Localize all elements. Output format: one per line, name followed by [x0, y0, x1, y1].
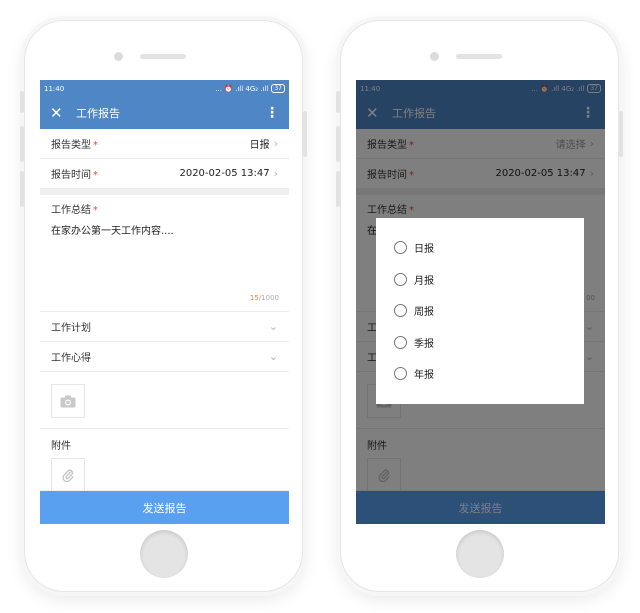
work-summary-label: 工作总结*: [51, 205, 98, 216]
home-button[interactable]: [140, 530, 188, 578]
screen: 11:40 ... ⏰ .ıll 4G₂ .ıll 37 ✕ 工作报告 ⋮ 报告…: [40, 80, 289, 524]
option-label: 月报: [414, 275, 434, 287]
option-weekly[interactable]: 周报: [394, 295, 566, 327]
paperclip-icon: [62, 469, 74, 482]
option-quarterly[interactable]: 季报: [394, 327, 566, 359]
add-attachment-button[interactable]: [51, 458, 85, 492]
front-camera: [114, 52, 123, 61]
side-button: [619, 111, 623, 157]
phone-right: 11:40 ... ⏰ .ıll 4G₂ .ıll 37 ✕ 工作报告 ⋮ 报告…: [336, 20, 623, 592]
report-time-value: 2020-02-05 13:47: [179, 168, 270, 179]
option-daily[interactable]: 日报: [394, 232, 566, 264]
report-type-row[interactable]: 报告类型 * 日报 ›: [40, 129, 289, 159]
option-yearly[interactable]: 年报: [394, 358, 566, 390]
front-camera: [430, 52, 439, 61]
radio-icon: [394, 272, 407, 286]
report-time-label: 报告时间*: [51, 170, 98, 181]
earpiece-speaker: [456, 54, 502, 59]
side-button: [303, 111, 307, 157]
chevron-right-icon: ›: [273, 167, 278, 180]
more-vertical-icon[interactable]: ⋮: [265, 105, 279, 121]
status-icons: ... ⏰ .ıll 4G₂ .ıll 37: [215, 84, 285, 93]
work-plan-row[interactable]: 工作计划 ⌄: [40, 312, 289, 342]
work-plan-label: 工作计划: [51, 323, 91, 334]
side-button: [336, 91, 340, 113]
attachment-section: 附件: [40, 429, 289, 492]
report-type-value: 日报: [249, 140, 270, 151]
report-time-row[interactable]: 报告时间* 2020-02-05 13:47 ›: [40, 159, 289, 189]
option-label: 日报: [414, 244, 434, 256]
report-type-dialog: 日报 月报 周报 季报 年报: [376, 218, 584, 404]
earpiece-speaker: [140, 54, 186, 59]
report-type-label: 报告类型*: [51, 140, 98, 151]
work-insight-label: 工作心得: [51, 353, 91, 364]
option-label: 周报: [414, 307, 434, 319]
work-summary-text: 在家办公第一天工作内容....: [51, 226, 174, 237]
radio-icon: [394, 367, 407, 381]
page-title: 工作报告: [76, 107, 120, 120]
status-bar: 11:40 ... ⏰ .ıll 4G₂ .ıll 37: [40, 80, 289, 97]
status-time: 11:40: [44, 84, 65, 93]
attachment-label: 附件: [51, 441, 71, 452]
chevron-down-icon: ⌄: [268, 350, 278, 363]
side-button: [20, 91, 24, 113]
work-insight-row[interactable]: 工作心得 ⌄: [40, 342, 289, 372]
side-button: [336, 126, 340, 162]
option-monthly[interactable]: 月报: [394, 264, 566, 296]
side-button: [20, 126, 24, 162]
signal-icons: ... ⏰ .ıll 4G₂ .ıll: [215, 84, 269, 93]
side-button: [20, 171, 24, 207]
chevron-down-icon: ⌄: [268, 320, 278, 333]
camera-icon: [60, 395, 76, 407]
required-mark: *: [93, 140, 98, 151]
screen: 11:40 ... ⏰ .ıll 4G₂ .ıll 37 ✕ 工作报告 ⋮ 报告…: [356, 80, 605, 524]
chevron-right-icon: ›: [273, 137, 278, 150]
close-icon[interactable]: ✕: [50, 104, 66, 122]
radio-icon: [394, 241, 407, 255]
phone-left: 11:40 ... ⏰ .ıll 4G₂ .ıll 37 ✕ 工作报告 ⋮ 报告…: [20, 20, 307, 592]
work-summary-field[interactable]: 工作总结 * 在家办公第一天工作内容.... 15/1000: [40, 195, 289, 312]
side-button: [336, 171, 340, 207]
radio-icon: [394, 304, 407, 318]
photo-section: [40, 372, 289, 429]
required-mark: *: [93, 170, 98, 181]
submit-report-button[interactable]: 发送报告: [40, 491, 289, 524]
home-button[interactable]: [456, 530, 504, 578]
battery-icon: 37: [271, 84, 285, 93]
option-label: 季报: [414, 338, 434, 350]
app-bar: ✕ 工作报告 ⋮: [40, 97, 289, 129]
option-label: 年报: [414, 370, 434, 382]
add-photo-button[interactable]: [51, 384, 85, 418]
radio-icon: [394, 335, 407, 349]
required-mark: *: [93, 205, 98, 216]
character-counter: 15/1000: [249, 294, 279, 302]
